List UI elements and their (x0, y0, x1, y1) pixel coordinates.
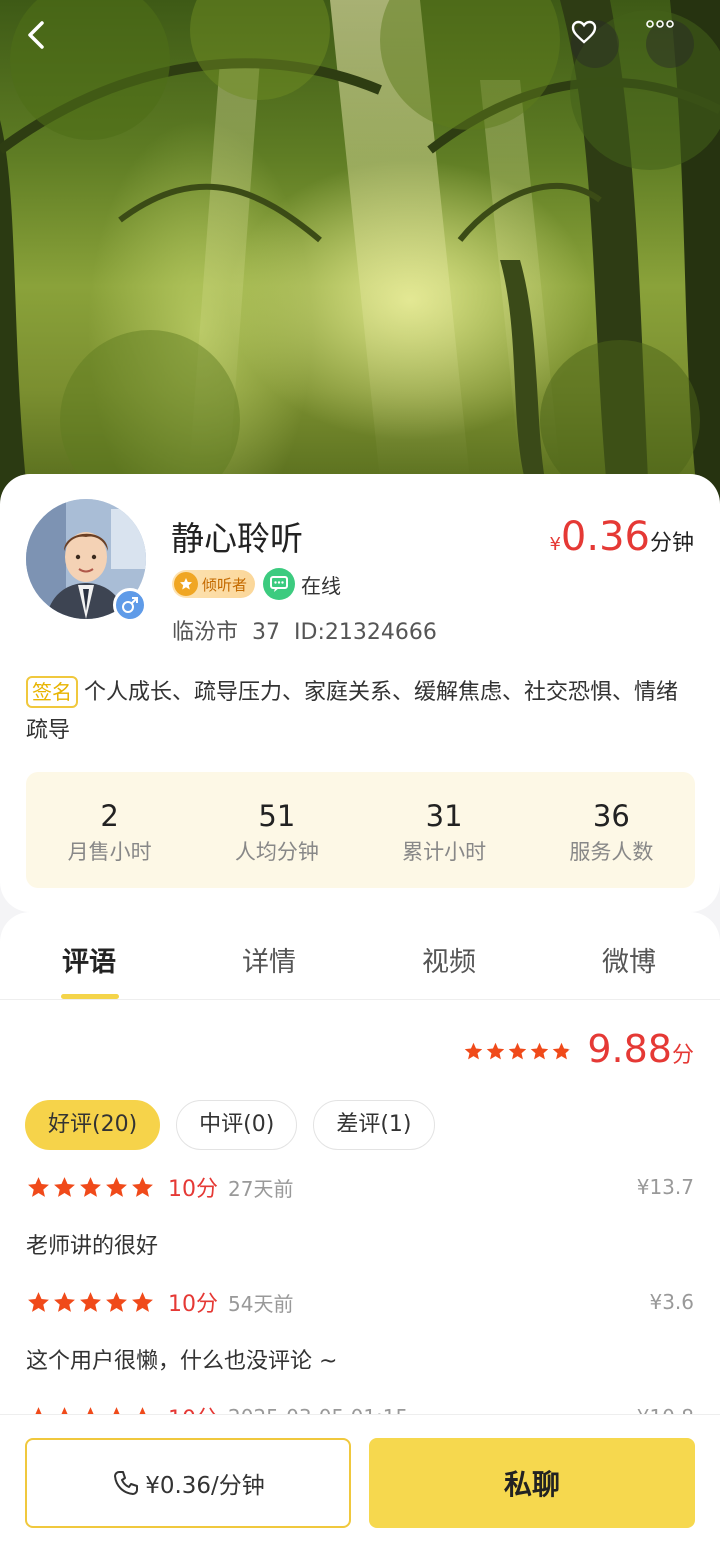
stat-value: 36 (592, 799, 630, 833)
badge-row: 倾听者 在线 (172, 568, 341, 600)
star-icon (106, 1291, 127, 1312)
review-text: 这个用户很懒，什么也没评论 ~ (26, 1349, 338, 1374)
stat-value: 51 (258, 799, 296, 833)
stat-value: 31 (425, 799, 463, 833)
review-stars (26, 1290, 156, 1315)
price-per-minute: ¥0.36分钟 (549, 514, 694, 560)
filter-neutral[interactable]: 中评(0) (176, 1100, 298, 1150)
star-icon (465, 1042, 483, 1060)
tab-reviews[interactable]: 评语 (62, 940, 116, 979)
stat-served-users: 36 服务人数 (528, 772, 695, 888)
stat-total-hours: 31 累计小时 (361, 772, 528, 888)
signature-text: 个人成长、疏导压力、家庭关系、缓解焦虑、社交恐惧、情绪疏导 (26, 680, 679, 743)
stat-label: 服务人数 (569, 840, 654, 864)
back-button[interactable] (24, 20, 72, 68)
age: 37 (252, 620, 281, 645)
stat-avg-minutes: 51 人均分钟 (193, 772, 360, 888)
star-icon (509, 1042, 527, 1060)
tab-details[interactable]: 详情 (242, 940, 296, 979)
star-icon (80, 1291, 101, 1312)
review-filters: 好评(20) 中评(0) 差评(1) (25, 1100, 451, 1150)
review-score: 10分 (168, 1292, 218, 1317)
review-amount: ¥3.6 (649, 1290, 694, 1314)
stat-value: 2 (100, 799, 119, 833)
male-icon (113, 588, 147, 622)
username: 静心聆听 (171, 519, 303, 558)
signature: 签名 个人成长、疏导压力、家庭关系、缓解焦虑、社交恐惧、情绪疏导 (26, 674, 696, 750)
online-status: 在线 (301, 573, 342, 598)
location: 临汾市 (172, 620, 239, 645)
review-item: 10分 27天前 ¥13.7 老师讲的很好 (26, 1172, 694, 1260)
voice-call-label: ¥0.36/分钟 (145, 1473, 265, 1499)
chevron-left-icon (28, 21, 44, 49)
star-icon (54, 1176, 75, 1197)
review-text: 老师讲的很好 (26, 1234, 159, 1259)
phone-icon (114, 1471, 139, 1495)
tab-bar: 评语 详情 视频 微博 (0, 912, 720, 1000)
star-icon (487, 1042, 505, 1060)
star-icon (553, 1042, 571, 1060)
tab-weibo[interactable]: 微博 (602, 940, 656, 979)
review-score: 10分 (168, 1177, 218, 1202)
filter-negative[interactable]: 差评(1) (313, 1100, 435, 1150)
star-icon (531, 1042, 549, 1060)
voice-call-button[interactable]: ¥0.36/分钟 (25, 1438, 351, 1528)
cover-image (0, 0, 720, 520)
review-stars (26, 1175, 156, 1200)
tab-indicator (61, 994, 119, 999)
stat-monthly-hours: 2 月售小时 (26, 772, 193, 888)
medal-icon (174, 572, 198, 596)
star-icon (54, 1291, 75, 1312)
stat-label: 累计小时 (402, 840, 487, 864)
star-icon (106, 1176, 127, 1197)
price-unit: 分钟 (649, 531, 694, 556)
private-chat-button[interactable]: 私聊 (369, 1438, 695, 1528)
more-dots-icon (646, 20, 674, 28)
user-meta: 临汾市 37 ID:21324666 (172, 614, 437, 646)
stats-panel: 2 月售小时 51 人均分钟 31 累计小时 36 服务人数 (26, 772, 695, 888)
tab-videos[interactable]: 视频 (422, 940, 476, 979)
forest-scene (0, 0, 720, 520)
more-button[interactable] (646, 20, 694, 68)
review-item: 10分 54天前 ¥3.6 这个用户很懒，什么也没评论 ~ (26, 1287, 694, 1375)
price-currency: ¥ (549, 534, 561, 555)
stat-label: 人均分钟 (234, 840, 319, 864)
price-value: 0.36 (560, 514, 650, 560)
filter-positive[interactable]: 好评(20) (25, 1100, 161, 1150)
listener-badge-label: 倾听者 (202, 575, 248, 594)
rating-unit: 分 (671, 1043, 694, 1068)
star-icon (132, 1291, 153, 1312)
star-icon (28, 1291, 49, 1312)
signature-tag: 签名 (26, 676, 78, 708)
star-icon (132, 1176, 153, 1197)
listener-badge: 倾听者 (172, 570, 256, 598)
review-amount: ¥13.7 (636, 1175, 694, 1199)
profile-card: 静心聆听 ¥0.36分钟 倾听者 在线 临汾市 37 ID:21324666 签… (0, 474, 720, 912)
star-icon (80, 1176, 101, 1197)
bottom-action-bar: ¥0.36/分钟 私聊 (0, 1414, 720, 1549)
heart-icon (571, 20, 597, 44)
chat-bubble-icon (263, 568, 296, 600)
user-id: ID:21324666 (294, 620, 437, 645)
overall-rating: 9.88 分 (463, 1027, 694, 1071)
review-time: 27天前 (228, 1176, 294, 1201)
rating-score: 9.88 (587, 1027, 672, 1071)
favorite-button[interactable] (571, 20, 619, 68)
stat-label: 月售小时 (67, 840, 152, 864)
star-icon (28, 1176, 49, 1197)
review-time: 54天前 (228, 1291, 294, 1316)
rating-stars (463, 1041, 573, 1062)
